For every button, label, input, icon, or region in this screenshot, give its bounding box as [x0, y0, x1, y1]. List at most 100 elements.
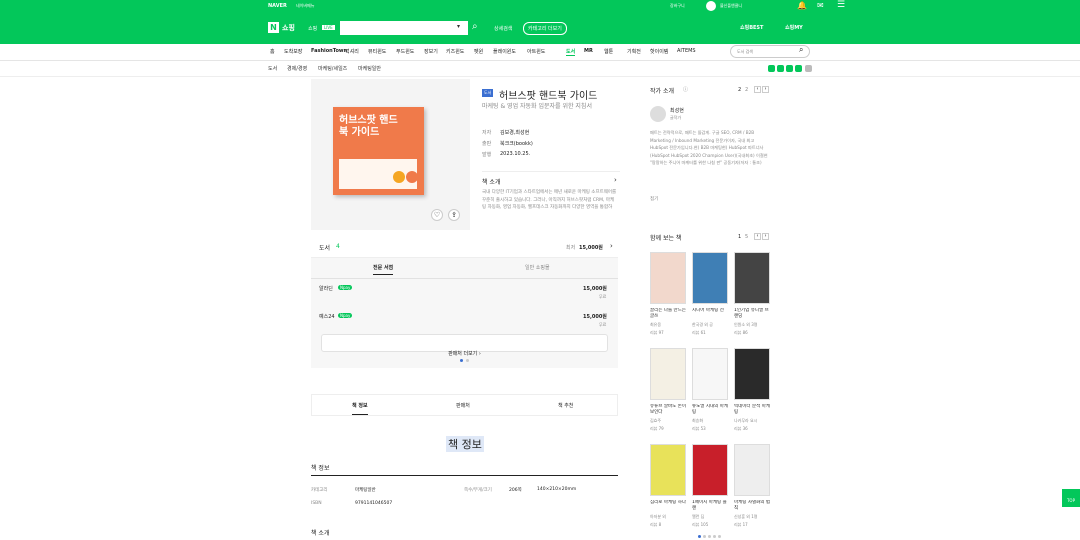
pager-dot[interactable] [713, 535, 716, 538]
nav-item-aitems[interactable]: AITEMS [677, 48, 696, 54]
next-icon[interactable]: › [762, 86, 769, 93]
chevron-right-icon[interactable]: › [610, 242, 613, 250]
pager-dot[interactable] [460, 359, 463, 362]
top-button[interactable]: TOP [1062, 489, 1080, 507]
nav-item-hot[interactable]: 핫이이템 [650, 48, 668, 55]
nav-item-mr[interactable]: MR [584, 48, 593, 54]
recommend-book-title[interactable]: 1인기업 유니얼 브랜딩 [734, 308, 770, 320]
tab-book-info[interactable]: 책 정보 [352, 402, 368, 415]
recommend-book-cover[interactable] [650, 444, 686, 496]
recommend-book-cover[interactable] [734, 444, 770, 496]
link-icon[interactable] [805, 65, 812, 72]
recommend-book-title[interactable]: 마케팅 차별화의 법칙 [734, 500, 770, 512]
recommend-book-title[interactable]: 빅데이터 분석 마케팅 [734, 404, 770, 416]
share-icon[interactable] [777, 65, 784, 72]
nav-item-food[interactable]: 푸드윈도 [396, 48, 414, 55]
recommend-book-title[interactable]: 끌리는 나를 만드는 글쓰 [650, 308, 686, 320]
recommend-book-card[interactable]: 빅데이터 분석 마케팅 나카무라 요시 리뷰 36 [734, 348, 770, 438]
store-name[interactable]: 알라딘 [319, 285, 333, 292]
recommend-book-cover[interactable] [692, 348, 728, 400]
author-name[interactable]: 최성현 [670, 107, 684, 114]
recommend-book-cover[interactable] [650, 252, 686, 304]
store-price[interactable]: 15,000원 [583, 285, 607, 292]
nav-item-kids[interactable]: 키즈윈도 [446, 48, 464, 55]
nav-item-books[interactable]: 도서 [566, 48, 576, 56]
share-icon[interactable]: ⇪ [448, 209, 460, 221]
recommend-book-card[interactable]: 끌리는 나를 만드는 글쓰 최유웅 리뷰 97 [650, 252, 686, 342]
naver-logo[interactable]: NAVER [268, 3, 287, 9]
chevron-right-icon[interactable]: › [614, 176, 617, 184]
recommend-book-cover[interactable] [692, 444, 728, 496]
author-fold-link[interactable]: 접기 [650, 196, 658, 202]
pager-dot[interactable] [698, 535, 701, 538]
info-category[interactable]: 마케팅일반 [355, 487, 376, 493]
pager-dot[interactable] [708, 535, 711, 538]
book-publisher[interactable]: 북크크(bookk) [500, 140, 533, 147]
nav-item-play[interactable]: 플레이윈도 [493, 48, 516, 55]
share-icon[interactable] [786, 65, 793, 72]
book-search-input[interactable]: 도서 검색 ⌕ [730, 45, 810, 58]
prev-icon[interactable]: ‹ [754, 233, 761, 240]
recommend-book-card[interactable]: 유튜브 알바도 돈이 보인다 김효주 리뷰 79 [650, 348, 686, 438]
mail-icon[interactable]: ✉ [817, 1, 824, 10]
shopping-tab[interactable]: 쇼핑 [308, 25, 317, 32]
recommend-book-card[interactable]: 1인기업 유니얼 브랜딩 인원소 외 3명 리뷰 86 [734, 252, 770, 342]
pager-dot[interactable] [703, 535, 706, 538]
pager-dot[interactable] [718, 535, 721, 538]
chevron-down-icon[interactable]: ▾ [457, 23, 460, 30]
recommend-book-cover[interactable] [734, 252, 770, 304]
tab-sellers[interactable]: 판매처 [456, 402, 470, 409]
detail-search-link[interactable]: 상세검색 [494, 25, 512, 32]
recommend-book-cover[interactable] [734, 348, 770, 400]
avatar[interactable] [706, 1, 716, 11]
nav-item-fashiontown[interactable]: FashionTown [311, 48, 347, 54]
nav-item-webtoon[interactable]: 웹툰 [604, 48, 613, 55]
info-icon[interactable]: ⓘ [683, 86, 688, 93]
recommend-book-title[interactable]: 시니어 마케팅 전 [692, 308, 728, 320]
bell-icon[interactable]: 🔔 [797, 1, 807, 10]
cart-link[interactable]: 장바구니 [670, 3, 685, 9]
store-name[interactable]: 예스24 [319, 313, 335, 320]
more-stores-button[interactable]: 판매처 더보기 › [321, 334, 608, 357]
prev-icon[interactable]: ‹ [754, 86, 761, 93]
breadcrumb-item[interactable]: 마케팅일반 [358, 65, 381, 72]
search-icon[interactable]: ⌕ [472, 21, 478, 32]
recommend-book-cover[interactable] [650, 348, 686, 400]
recommend-book-title[interactable]: 유튜브 알바도 돈이 보인다 [650, 404, 686, 416]
tab-general-store[interactable]: 일반 쇼핑몰 [525, 264, 550, 271]
tab-pro-store[interactable]: 전문 서점 [373, 264, 394, 275]
recommend-book-card[interactable]: 뉴노멀 시대의 마케팅 최승화 리뷰 53 [692, 348, 728, 438]
recommend-book-title[interactable]: 1페이지 마케팅 플랜 [692, 500, 728, 512]
search-icon[interactable]: ⌕ [799, 45, 803, 55]
menu-icon[interactable]: ☰ [837, 0, 845, 10]
nav-item-art[interactable]: 아트윈도 [527, 48, 545, 55]
nav-item-beauty[interactable]: 뷰티윈도 [368, 48, 386, 55]
recommend-book-cover[interactable] [692, 252, 728, 304]
tab-recommend[interactable]: 책 추천 [558, 402, 573, 409]
naver-n-logo[interactable]: N [268, 22, 279, 33]
share-icon[interactable] [768, 65, 775, 72]
shopping-best-link[interactable]: 쇼핑BEST [740, 24, 763, 31]
search-input[interactable] [340, 21, 468, 35]
breadcrumb-item[interactable]: 마케팅/세일즈 [318, 65, 347, 72]
next-icon[interactable]: › [762, 233, 769, 240]
recommend-book-card[interactable]: 1페이지 마케팅 플랜 앨런 딥 리뷰 105 [692, 444, 728, 534]
nav-item-groceries[interactable]: 장보기 [424, 48, 438, 55]
recommend-book-title[interactable]: 뉴노멀 시대의 마케팅 [692, 404, 728, 416]
nav-item-luxury[interactable]: 럭셔리 [345, 48, 359, 55]
breadcrumb-item[interactable]: 도서 [268, 65, 277, 72]
user-name[interactable]: 블신플앤클니 [720, 3, 742, 9]
book-cover[interactable]: 허브스팟 핸드북 가이드 [333, 107, 424, 195]
pager-dot[interactable] [466, 359, 469, 362]
recommend-book-card[interactable]: 심리로 마케팅 하다 아저분 외 리뷰 8 [650, 444, 686, 534]
nav-item-pet[interactable]: 펫윈 [474, 48, 483, 55]
heart-icon[interactable]: ♡ [431, 209, 443, 221]
shopping-logo-text[interactable]: 쇼핑 [282, 23, 295, 33]
recommend-book-card[interactable]: 마케팅 차별화의 법칙 신성훈 외 1명 리뷰 17 [734, 444, 770, 534]
book-author[interactable]: 김보경,최성현 [500, 129, 529, 136]
nav-item-special[interactable]: 기획전 [627, 48, 641, 55]
shopping-my-link[interactable]: 쇼핑MY [785, 24, 803, 31]
recommend-book-title[interactable]: 심리로 마케팅 하다 [650, 500, 686, 512]
nav-item-home[interactable]: 홈 [270, 48, 275, 55]
store-price[interactable]: 15,000원 [583, 313, 607, 320]
